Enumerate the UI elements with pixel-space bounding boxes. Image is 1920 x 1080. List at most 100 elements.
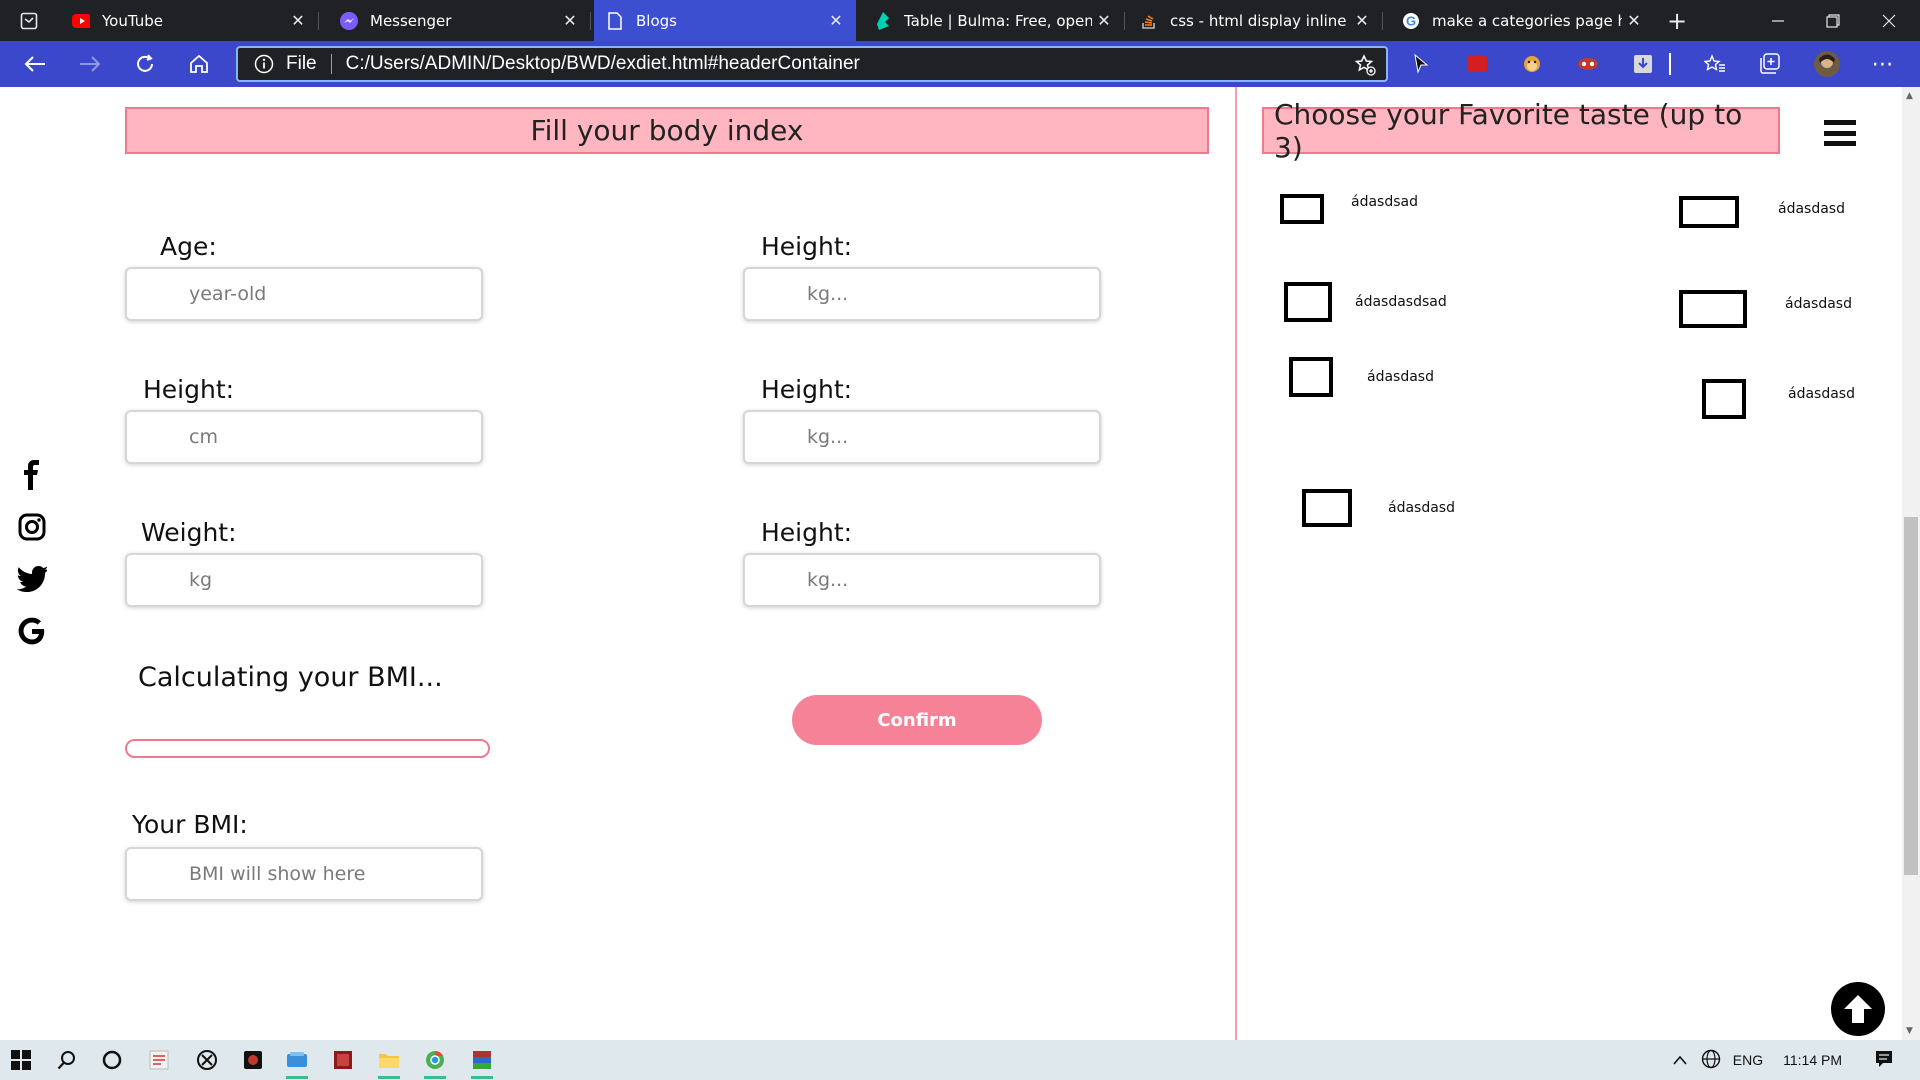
back-icon[interactable] [20, 49, 50, 79]
tab-messenger[interactable]: Messenger ✕ [328, 0, 591, 41]
bmi-output [125, 847, 483, 901]
url-scheme: File [286, 53, 317, 74]
taste-checkbox[interactable] [1284, 282, 1332, 322]
url-text[interactable]: C:/Users/ADMIN/Desktop/BWD/exdiet.html#h… [346, 53, 860, 75]
close-icon[interactable]: ✕ [1092, 9, 1116, 33]
section-divider [1235, 87, 1237, 1040]
address-bar[interactable]: File C:/Users/ADMIN/Desktop/BWD/exdiet.h… [236, 46, 1388, 82]
taste-item[interactable]: ádasdasd [1302, 489, 1455, 527]
close-icon[interactable]: ✕ [1350, 9, 1374, 33]
taste-checkbox[interactable] [1289, 357, 1333, 397]
tab-stackoverflow[interactable]: css - html display inline pro ✕ [1128, 0, 1383, 41]
collections-icon[interactable] [1757, 51, 1783, 77]
scroll-up-icon[interactable]: ▲ [1906, 91, 1913, 101]
tab-title: Blogs [636, 11, 677, 30]
confirm-button[interactable]: Confirm [792, 695, 1042, 745]
instagram-icon[interactable] [16, 511, 48, 543]
cortana-icon[interactable] [95, 1045, 129, 1075]
twitter-icon[interactable] [16, 563, 48, 595]
windows-taskbar: ENG 11:14 PM [0, 1040, 1920, 1080]
new-tab-icon[interactable]: + [1664, 7, 1690, 35]
tab-youtube[interactable]: YouTube ✕ [60, 0, 319, 41]
close-icon[interactable]: ✕ [824, 9, 848, 33]
profile-avatar[interactable] [1814, 51, 1840, 77]
winrar-icon[interactable] [465, 1045, 499, 1079]
taste-checkbox[interactable] [1280, 194, 1324, 224]
scroll-to-top-button[interactable] [1831, 982, 1885, 1036]
taste-checkbox[interactable] [1702, 379, 1746, 419]
height-input-right-2[interactable] [743, 410, 1101, 464]
height-label-right-2: Height: [761, 375, 853, 404]
menu-icon[interactable] [1824, 120, 1856, 146]
windows-start-icon[interactable] [4, 1045, 38, 1075]
monkey-extension-icon[interactable] [1519, 51, 1545, 77]
age-input[interactable] [125, 267, 483, 321]
edge-browser-icon[interactable] [280, 1045, 314, 1079]
chrome-icon[interactable] [418, 1045, 452, 1079]
messenger-icon [340, 11, 358, 30]
mask-extension-icon[interactable] [1575, 51, 1601, 77]
close-icon[interactable]: ✕ [1622, 9, 1646, 33]
language-indicator[interactable]: ENG [1733, 1052, 1763, 1068]
taste-item[interactable]: ádasdasd [1679, 290, 1852, 328]
taste-label: ádasdasdsad [1355, 294, 1447, 310]
notification-icon[interactable] [1874, 1049, 1894, 1072]
app-icon-dark-red[interactable] [326, 1045, 360, 1075]
app-icon-red-game[interactable] [236, 1045, 270, 1075]
facebook-icon[interactable] [16, 459, 48, 491]
taste-title: Choose your Favorite taste (up to 3) [1262, 98, 1780, 164]
file-explorer-icon[interactable] [372, 1045, 406, 1079]
tab-bulma[interactable]: Table | Bulma: Free, open so ✕ [862, 0, 1125, 41]
close-window-icon[interactable] [1876, 8, 1902, 34]
taste-checkbox[interactable] [1679, 196, 1739, 228]
scroll-down-icon[interactable]: ▼ [1906, 1026, 1913, 1036]
forward-icon[interactable] [75, 49, 105, 79]
bmi-progress-bar [125, 739, 490, 758]
close-icon[interactable]: ✕ [286, 9, 310, 33]
tab-title: Table | Bulma: Free, open so [904, 11, 1092, 30]
close-icon[interactable]: ✕ [558, 9, 582, 33]
google-icon[interactable] [16, 615, 48, 647]
cursor-extension-icon[interactable] [1408, 51, 1434, 77]
tab-title: Messenger [370, 11, 452, 30]
taste-item[interactable]: ádasdasdsad [1284, 282, 1447, 322]
settings-more-icon[interactable]: ⋯ [1870, 51, 1896, 77]
chevron-up-icon[interactable] [1673, 1052, 1687, 1068]
scrollbar-thumb[interactable] [1904, 517, 1918, 875]
minimize-icon[interactable] [1765, 8, 1791, 34]
page-scrollbar[interactable]: ▲ ▼ [1902, 87, 1920, 1040]
favorites-icon[interactable] [1702, 51, 1728, 77]
refresh-icon[interactable] [130, 49, 160, 79]
download-icon[interactable] [1630, 51, 1656, 77]
body-index-title: Fill your body index [125, 107, 1209, 154]
restore-icon[interactable] [1820, 8, 1846, 34]
tab-google[interactable]: G make a categories page htm ✕ [1390, 0, 1654, 41]
taste-item[interactable]: ádasdasd [1679, 196, 1845, 228]
search-icon[interactable] [50, 1045, 84, 1075]
height-label-right-1: Height: [761, 232, 853, 261]
calculating-bmi-label: Calculating your BMI... [138, 662, 443, 693]
arrow-up-icon [1844, 995, 1872, 1023]
taste-label: ádasdsad [1351, 194, 1418, 210]
tab-actions-icon[interactable] [16, 8, 42, 34]
taste-item[interactable]: ádasdsad [1280, 194, 1418, 224]
youtube-extension-icon[interactable] [1464, 51, 1490, 77]
height-input-right-3[interactable] [743, 553, 1101, 607]
app-icon-sheet[interactable] [142, 1045, 176, 1075]
height-input-right-1[interactable] [743, 267, 1101, 321]
taste-item[interactable]: ádasdasd [1702, 379, 1855, 419]
weight-input[interactable] [125, 553, 483, 607]
xbox-icon[interactable] [190, 1045, 224, 1075]
clock-time[interactable]: 11:14 PM [1783, 1052, 1842, 1068]
height-input[interactable] [125, 410, 483, 464]
add-favorite-icon[interactable] [1354, 54, 1376, 76]
weight-label: Weight: [141, 518, 237, 547]
system-tray: ENG 11:14 PM [1673, 1040, 1920, 1080]
taste-checkbox[interactable] [1302, 489, 1352, 527]
info-icon[interactable] [252, 52, 276, 76]
taste-item[interactable]: ádasdasd [1289, 357, 1434, 397]
taste-checkbox[interactable] [1679, 290, 1747, 328]
home-icon[interactable] [184, 49, 214, 79]
tab-blogs[interactable]: Blogs ✕ [594, 0, 856, 41]
globe-icon[interactable] [1701, 1049, 1721, 1072]
